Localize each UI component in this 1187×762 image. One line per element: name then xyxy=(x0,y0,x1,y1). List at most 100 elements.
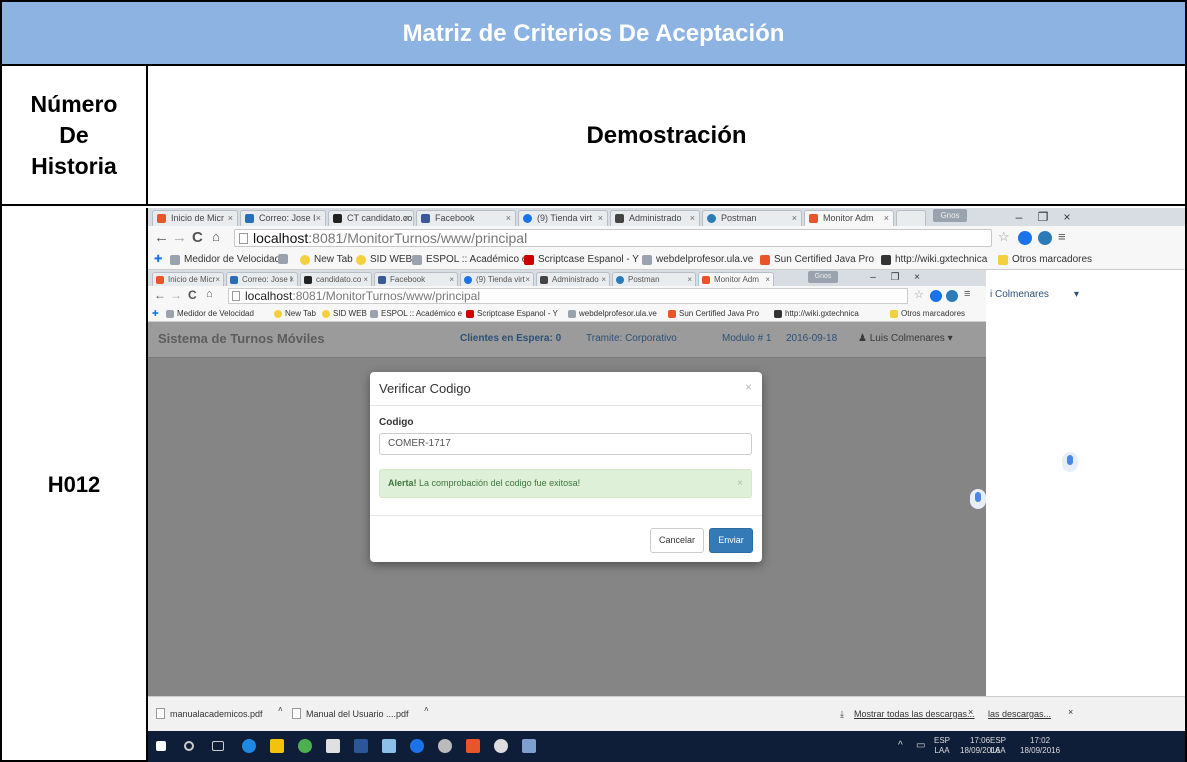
keyboard-icon[interactable]: ▭ xyxy=(916,741,925,751)
outer-tab[interactable]: Postman × xyxy=(702,210,802,226)
windows-start-icon[interactable] xyxy=(156,741,166,751)
bookmark[interactable]: http://wiki.gxtechnica xyxy=(774,309,859,318)
edge-icon[interactable] xyxy=(242,739,256,753)
bookmark[interactable]: Scriptcase Espanol - Y xyxy=(524,254,639,265)
language-indicator[interactable]: ESP LAA xyxy=(990,736,1006,756)
settings-icon[interactable] xyxy=(438,739,452,753)
back-icon[interactable]: ← xyxy=(154,288,166,302)
close-icon[interactable]: × xyxy=(601,273,606,286)
search-icon[interactable] xyxy=(184,741,194,751)
reload-icon[interactable]: C xyxy=(188,288,197,302)
explorer-icon[interactable] xyxy=(270,739,284,753)
apps-icon[interactable]: ✚ xyxy=(152,309,159,318)
restore-icon[interactable]: ❐ xyxy=(884,270,906,286)
inner-tab[interactable]: (9) Tienda virt × xyxy=(460,272,534,286)
bookmark[interactable]: Medidor de Velocidad xyxy=(170,254,280,265)
bookmark[interactable]: New Tab xyxy=(300,254,353,265)
store-icon[interactable] xyxy=(326,739,340,753)
bookmark-blank[interactable] xyxy=(278,254,288,267)
submit-button[interactable]: Enviar xyxy=(709,528,753,553)
close-icon[interactable]: × xyxy=(404,211,409,226)
other-bookmarks[interactable]: Otros marcadores xyxy=(890,309,965,318)
close-icon[interactable]: × xyxy=(690,211,695,226)
outer-tab[interactable]: Administrado × xyxy=(610,210,700,226)
close-icon[interactable]: × xyxy=(884,211,889,226)
download-item[interactable]: Manual del Usuario ....pdf xyxy=(292,708,409,719)
minimize-icon[interactable]: – xyxy=(862,270,884,286)
profile-badge[interactable]: Gnos xyxy=(808,271,838,283)
bookmark[interactable]: webdelprofesor.ula.ve xyxy=(642,254,753,265)
close-icon[interactable]: × xyxy=(1068,707,1073,717)
close-icon[interactable]: × xyxy=(363,273,368,286)
caret-down-icon[interactable]: ˄ xyxy=(424,705,429,714)
close-icon[interactable]: × xyxy=(765,273,770,286)
inner-tab[interactable]: Facebook × xyxy=(374,272,458,286)
extension-icon[interactable] xyxy=(1038,231,1052,245)
bookmark[interactable]: Medidor de Velocidad xyxy=(166,309,254,318)
bookmark[interactable]: Sun Certified Java Pro xyxy=(760,254,874,265)
inner-tab[interactable]: Correo: Jose I × xyxy=(226,272,298,286)
reload-icon[interactable]: C xyxy=(192,229,203,246)
close-icon[interactable]: × xyxy=(506,211,511,226)
outer-tab[interactable]: Inicio de Micr × xyxy=(152,210,238,226)
close-icon[interactable]: × xyxy=(792,211,797,226)
bookmark[interactable]: webdelprofesor.ula.ve xyxy=(568,309,657,318)
inner-tab[interactable]: Postman × xyxy=(612,272,696,286)
app-brand[interactable]: Sistema de Turnos Móviles xyxy=(158,331,325,346)
microphone-icon[interactable] xyxy=(1062,452,1078,472)
show-all-downloads-right[interactable]: las descargas... xyxy=(988,709,1051,719)
app-icon[interactable] xyxy=(382,739,396,753)
alert-close-icon[interactable]: × xyxy=(737,470,743,497)
outer-tab[interactable]: CT candidato.co × xyxy=(328,210,414,226)
chrome-icon[interactable] xyxy=(298,739,312,753)
close-icon[interactable]: × xyxy=(449,273,454,286)
outer-tab-active[interactable]: Monitor Adm × xyxy=(804,210,894,226)
apps-icon[interactable]: ✚ xyxy=(154,254,162,265)
new-tab-button[interactable] xyxy=(896,210,926,226)
user-menu[interactable]: ♟ Luis Colmenares ▾ xyxy=(858,333,953,344)
app-icon[interactable] xyxy=(410,739,424,753)
close-icon[interactable]: × xyxy=(215,273,220,286)
bookmark[interactable]: New Tab xyxy=(274,309,316,318)
outer-tab[interactable]: Correo: Jose I × xyxy=(240,210,326,226)
outer-tab[interactable]: (9) Tienda virt × xyxy=(518,210,608,226)
clock[interactable]: 17:02 18/09/2016 xyxy=(1020,736,1060,756)
restore-icon[interactable]: ❐ xyxy=(1032,208,1054,226)
close-icon[interactable]: × xyxy=(316,211,321,226)
extension-icon[interactable] xyxy=(946,290,958,302)
inner-tab-active[interactable]: Monitor Adm × xyxy=(698,272,774,286)
close-icon[interactable]: × xyxy=(228,211,233,226)
profile-badge[interactable]: Gnos xyxy=(933,209,967,222)
download-item[interactable]: manualacademicos.pdf xyxy=(156,708,263,719)
inner-tab[interactable]: candidato.co × xyxy=(300,272,372,286)
bookmark[interactable]: ESPOL :: Académico e xyxy=(370,309,462,318)
cancel-button[interactable]: Cancelar xyxy=(650,528,704,553)
bookmark[interactable]: ESPOL :: Académico e xyxy=(412,254,527,265)
inner-tab[interactable]: Inicio de Micr × xyxy=(152,272,224,286)
menu-icon[interactable]: ≡ xyxy=(964,288,970,300)
modal-close-icon[interactable]: × xyxy=(745,380,752,394)
codigo-input[interactable]: COMER-1717 xyxy=(379,433,752,455)
caret-down-icon[interactable]: ˄ xyxy=(278,705,283,714)
close-icon[interactable]: × xyxy=(525,273,530,286)
inner-tab[interactable]: Administrado × xyxy=(536,272,610,286)
window-close-icon[interactable]: × xyxy=(906,270,928,286)
other-bookmarks[interactable]: Otros marcadores xyxy=(998,254,1092,265)
url-input[interactable]: localhost:8081/MonitorTurnos/www/princip… xyxy=(234,229,992,247)
show-all-downloads[interactable]: ⤓ Mostrar todas las descargas... xyxy=(840,709,975,719)
bookmark[interactable]: SID WEB xyxy=(322,309,367,318)
task-view-icon[interactable] xyxy=(212,741,224,751)
bookmark[interactable]: http://wiki.gxtechnica xyxy=(881,254,987,265)
outer-user-menu[interactable]: i Colmenares ▾ xyxy=(986,286,1185,306)
bookmark-star-icon[interactable]: ☆ xyxy=(914,288,924,301)
inner-url-input[interactable]: localhost:8081/MonitorTurnos/www/princip… xyxy=(228,288,908,304)
app-icon[interactable] xyxy=(522,739,536,753)
bookmark[interactable]: Sun Certified Java Pro xyxy=(668,309,759,318)
language-indicator[interactable]: ESP LAA xyxy=(934,736,950,756)
home-icon[interactable]: ⌂ xyxy=(206,288,213,300)
forward-icon[interactable]: → xyxy=(172,229,187,246)
word-icon[interactable] xyxy=(354,739,368,753)
close-icon[interactable]: × xyxy=(968,707,973,717)
app-icon[interactable] xyxy=(466,739,480,753)
close-icon[interactable]: × xyxy=(289,273,294,286)
